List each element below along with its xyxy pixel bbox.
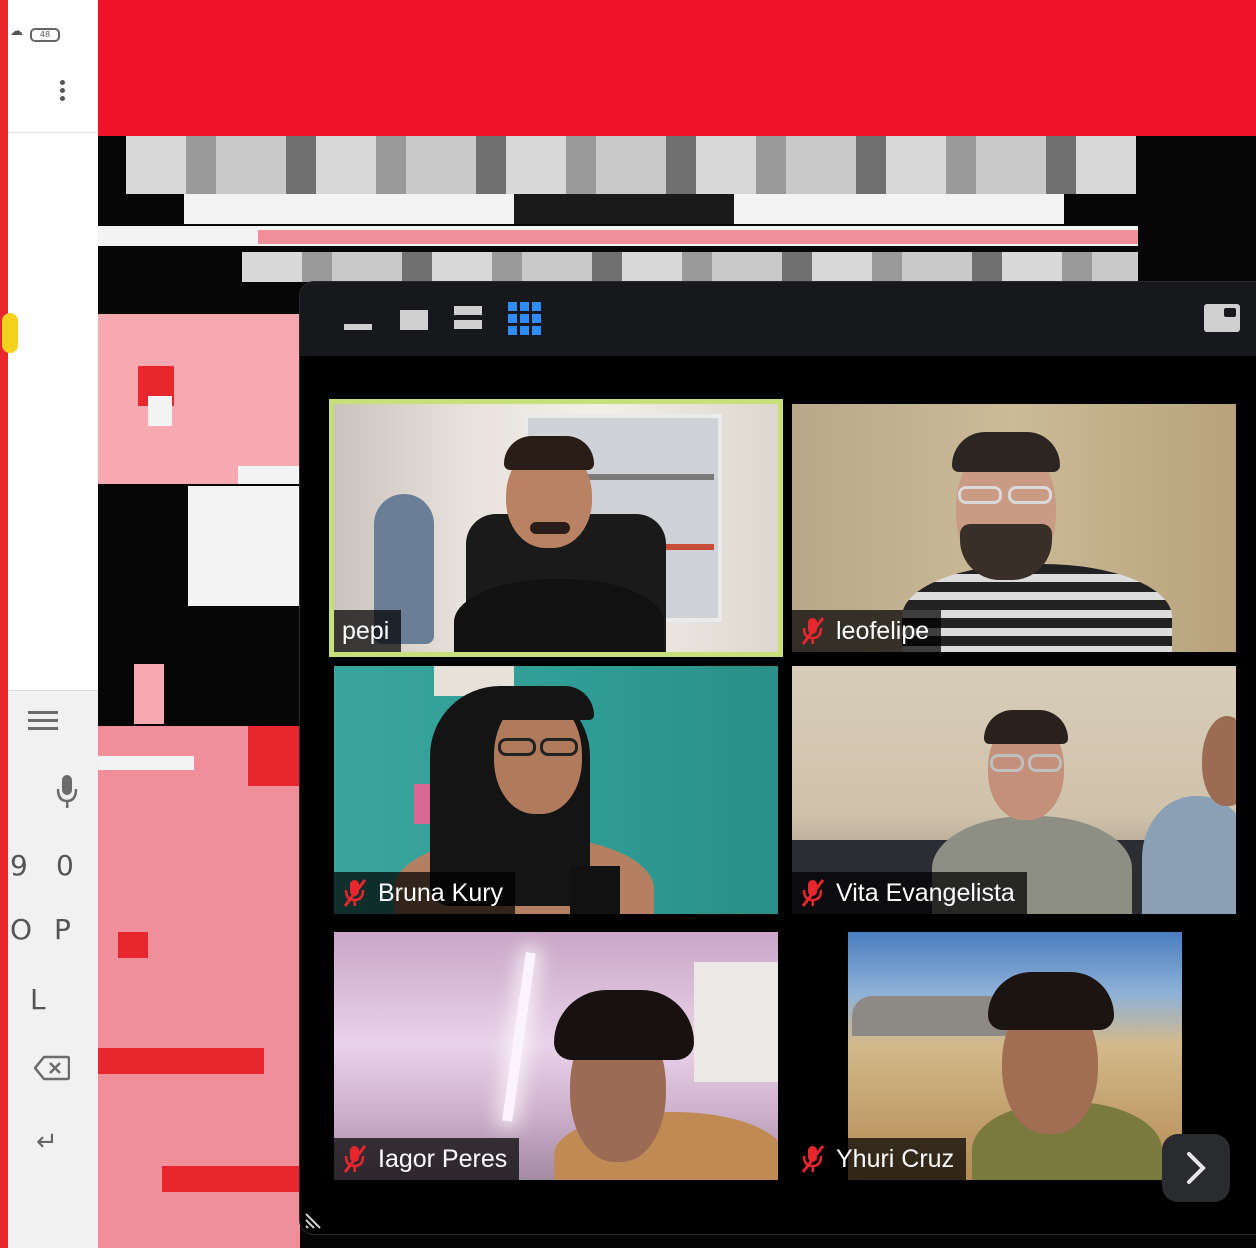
strip-view-icon[interactable] (448, 300, 488, 340)
participant-name-tag: Yhuri Cruz (792, 1138, 967, 1180)
muted-microphone-icon (342, 1144, 368, 1174)
keyboard-key[interactable]: O (10, 913, 32, 946)
participant-gallery: pepi leofelipe Bruna Kury Vita Evangelis… (300, 356, 1256, 1234)
phone-panel: ☁ 48 90OP L ↵ (2, 0, 98, 1248)
resize-grip-icon[interactable] (304, 1208, 326, 1230)
left-edge-strip (0, 0, 8, 1248)
keyboard-key[interactable]: 0 (56, 849, 74, 882)
zoom-toolbar (300, 282, 1256, 356)
gallery-view-icon[interactable] (508, 302, 541, 335)
bg-strip (126, 136, 1136, 194)
zoom-meeting-window: pepi leofelipe Bruna Kury Vita Evangelis… (300, 282, 1256, 1234)
participant-name-tag: pepi (334, 610, 402, 652)
participant-name: Vita Evangelista (836, 878, 1015, 907)
participant-name: Yhuri Cruz (836, 1144, 955, 1173)
chevron-right-icon (1187, 1152, 1206, 1184)
participant-name: leofelipe (836, 616, 930, 645)
bg-strip (98, 314, 300, 484)
muted-microphone-icon (800, 1144, 826, 1174)
more-options-icon[interactable] (56, 80, 68, 106)
bg-strip (98, 756, 194, 770)
phone-status-bar: ☁ 48 (8, 0, 98, 133)
muted-microphone-icon (800, 878, 826, 908)
bg-strip (162, 1166, 300, 1192)
participant-tile-vita-evangelista[interactable]: Vita Evangelista (792, 666, 1236, 914)
battery-icon: 48 (30, 28, 60, 42)
keyboard-key[interactable]: L (30, 983, 46, 1016)
keyboard-key[interactable]: 9 (10, 849, 28, 882)
backspace-icon[interactable] (33, 1055, 71, 1085)
phone-content-area (2, 133, 98, 693)
participant-name-tag: Vita Evangelista (792, 872, 1027, 914)
participant-name-tag: leofelipe (792, 610, 942, 652)
red-banner (98, 0, 1256, 136)
microphone-icon[interactable] (56, 775, 78, 813)
bg-strip (238, 466, 300, 484)
participant-name-tag: Bruna Kury (334, 872, 516, 914)
muted-microphone-icon (800, 616, 826, 646)
minimize-icon[interactable] (338, 300, 378, 340)
wifi-icon: ☁ (10, 24, 23, 39)
participant-tile-leofelipe[interactable]: leofelipe (792, 404, 1236, 652)
participant-tile-pepi[interactable]: pepi (334, 404, 778, 652)
highlight-mark (2, 313, 18, 353)
bg-strip (242, 252, 1138, 282)
enter-icon[interactable]: ↵ (36, 1127, 58, 1157)
bg-strip (258, 230, 1138, 244)
onscreen-keyboard: 90OP L ↵ (8, 690, 98, 1248)
keyboard-key[interactable]: P (54, 913, 71, 946)
participant-name: Iagor Peres (378, 1144, 508, 1173)
next-page-button[interactable] (1162, 1134, 1230, 1202)
bg-strip (134, 664, 164, 724)
bg-strip (118, 932, 148, 958)
picture-in-picture-icon[interactable] (1204, 304, 1240, 332)
participant-name: Bruna Kury (378, 878, 504, 907)
bg-strip (514, 194, 734, 224)
speaker-view-icon[interactable] (394, 300, 434, 340)
bg-strip (188, 486, 300, 606)
bg-strip (98, 1048, 264, 1074)
bg-strip (248, 726, 300, 786)
participant-name: pepi (342, 616, 390, 645)
muted-microphone-icon (342, 878, 368, 908)
participant-tile-yhuri-cruz[interactable]: Yhuri Cruz (792, 932, 1182, 1180)
list-icon[interactable] (28, 711, 58, 735)
participant-tile-iagor-peres[interactable]: Iagor Peres (334, 932, 778, 1180)
screen: ☁ 48 90OP L ↵ pepi leofelipe Bruna Kury V… (0, 0, 1256, 1248)
participant-tile-bruna-kury[interactable]: Bruna Kury (334, 666, 778, 914)
bg-strip (148, 396, 172, 426)
participant-name-tag: Iagor Peres (334, 1138, 520, 1180)
